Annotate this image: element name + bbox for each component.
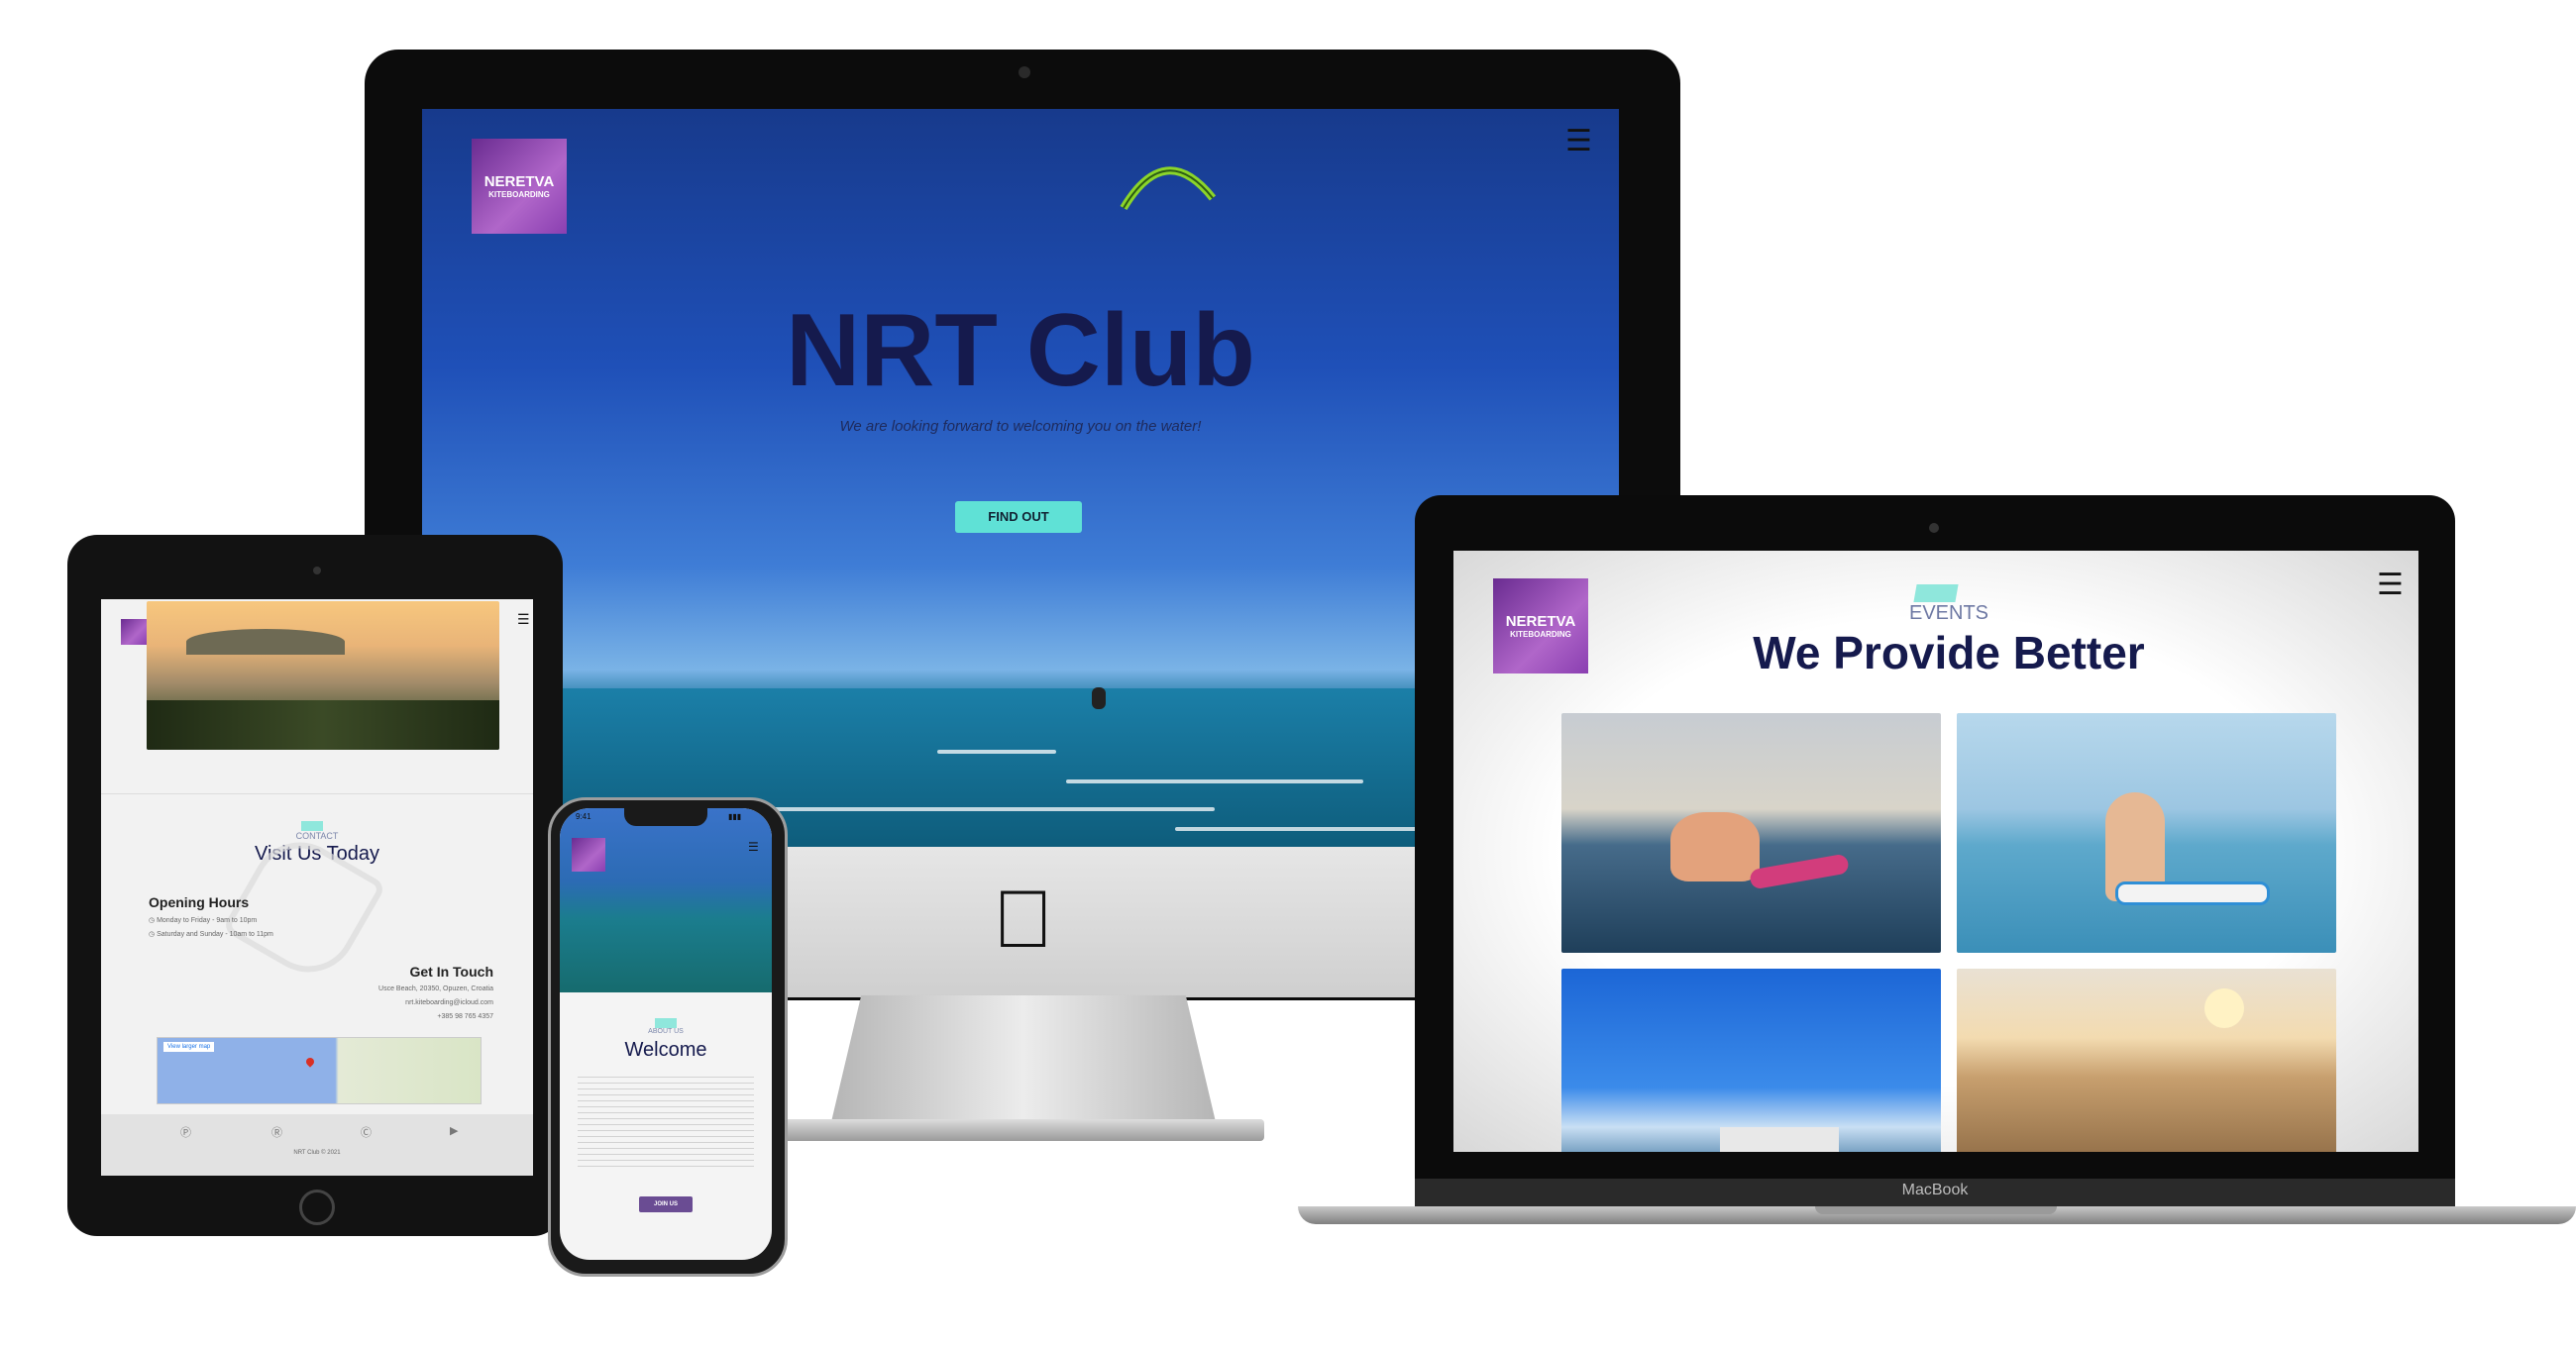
join-us-button[interactable]: JOIN US <box>639 1196 693 1212</box>
section-accent <box>655 1018 677 1028</box>
contact-photo-beach <box>147 601 499 750</box>
hours-weekend-text: Saturday and Sunday - 10am to 11pm <box>157 931 273 938</box>
map-pin-icon[interactable] <box>304 1056 316 1068</box>
imac-camera <box>1019 66 1030 78</box>
phone-link[interactable]: +385 98 765 4357 <box>275 1013 493 1020</box>
logo-subtext: KITEBOARDING <box>488 190 550 199</box>
youtube-icon[interactable]: ▶ <box>450 1124 458 1137</box>
ipad-home-button[interactable] <box>299 1190 335 1225</box>
event-photo-kitesurfing[interactable] <box>1561 713 1941 953</box>
status-time: 9:41 <box>576 812 591 821</box>
about-paragraph <box>578 1072 754 1167</box>
battery-icon: ▮▮▮ <box>728 812 742 821</box>
section-label: ABOUT US <box>648 1028 684 1035</box>
section-heading: Welcome <box>624 1039 707 1061</box>
ipad-screen: ☰ CONTACT Visit Us Today Opening Hours ◷… <box>101 599 533 1176</box>
section-label: CONTACT <box>295 831 339 841</box>
site-logo[interactable]: NERETVA KITEBOARDING <box>472 139 567 234</box>
hours-weekday: ◷ Monday to Friday - 9am to 10pm <box>149 917 258 924</box>
iphone-screen: 9:41 ▮▮▮ ☰ ABOUT US Welcome JOIN US <box>560 808 772 1260</box>
imac-base <box>783 1119 1264 1141</box>
event-photo-kites-sky[interactable] <box>1561 969 1941 1152</box>
twitter-icon[interactable]: Ⓡ <box>271 1124 282 1140</box>
section-accent <box>301 821 323 831</box>
instagram-icon[interactable]: Ⓒ <box>361 1124 372 1140</box>
logo-text: NERETVA <box>483 173 555 190</box>
email-link[interactable]: nrt.kiteboarding@icloud.com <box>275 999 493 1006</box>
hero-subtitle: We are looking forward to welcoming you … <box>839 418 1202 435</box>
footer-copyright: NRT Club © 2021 <box>293 1150 341 1156</box>
hours-weekend: ◷ Saturday and Sunday - 10am to 11pm <box>149 931 273 938</box>
imac-stand <box>830 995 1217 1126</box>
hero-photo-sea <box>560 808 772 992</box>
ipad-camera <box>313 567 321 574</box>
iphone-notch <box>624 808 707 826</box>
wave <box>719 807 1215 811</box>
find-out-button[interactable]: FIND OUT <box>955 501 1082 533</box>
hamburger-icon[interactable]: ☰ <box>748 840 759 854</box>
laptop-notch <box>1815 1206 2057 1214</box>
hamburger-icon[interactable]: ☰ <box>2377 570 2404 600</box>
laptop-camera <box>1929 523 1939 533</box>
event-photo-paddleboard[interactable] <box>1957 713 2336 953</box>
hamburger-icon[interactable]: ☰ <box>517 611 530 628</box>
wave <box>937 750 1056 754</box>
section-label: EVENTS <box>1908 602 1989 624</box>
kiter-figure <box>1092 687 1106 709</box>
wave <box>1066 779 1363 783</box>
site-logo[interactable] <box>572 838 605 872</box>
macbook-label: MacBook <box>1901 1182 1969 1198</box>
address-text: Usce Beach, 20350, Opuzen, Croatia <box>378 985 493 992</box>
opening-hours-title: Opening Hours <box>149 894 250 910</box>
laptop-screen: NERETVA KITEBOARDING ☰ EVENTS We Provide… <box>1453 551 2418 1152</box>
facebook-icon[interactable]: Ⓟ <box>180 1124 191 1140</box>
hours-weekday-text: Monday to Friday - 9am to 10pm <box>157 917 258 924</box>
footer: Ⓟ Ⓡ Ⓒ ▶ NRT Club © 2021 <box>101 1114 533 1176</box>
view-larger-map-link[interactable]: View larger map <box>163 1042 215 1052</box>
event-photo-sunset-beach[interactable] <box>1957 969 2336 1152</box>
hamburger-icon[interactable]: ☰ <box>1565 127 1592 156</box>
section-accent <box>1913 584 1959 602</box>
hero-title: NRT Club <box>786 293 1255 408</box>
location-map[interactable]: View larger map <box>157 1037 482 1104</box>
apple-logo-icon:  <box>993 880 1054 961</box>
get-in-touch-title: Get In Touch <box>409 964 493 980</box>
kite-icon <box>1120 166 1217 211</box>
site-logo[interactable] <box>121 619 147 645</box>
section-heading: We Provide Better <box>1753 627 2145 678</box>
